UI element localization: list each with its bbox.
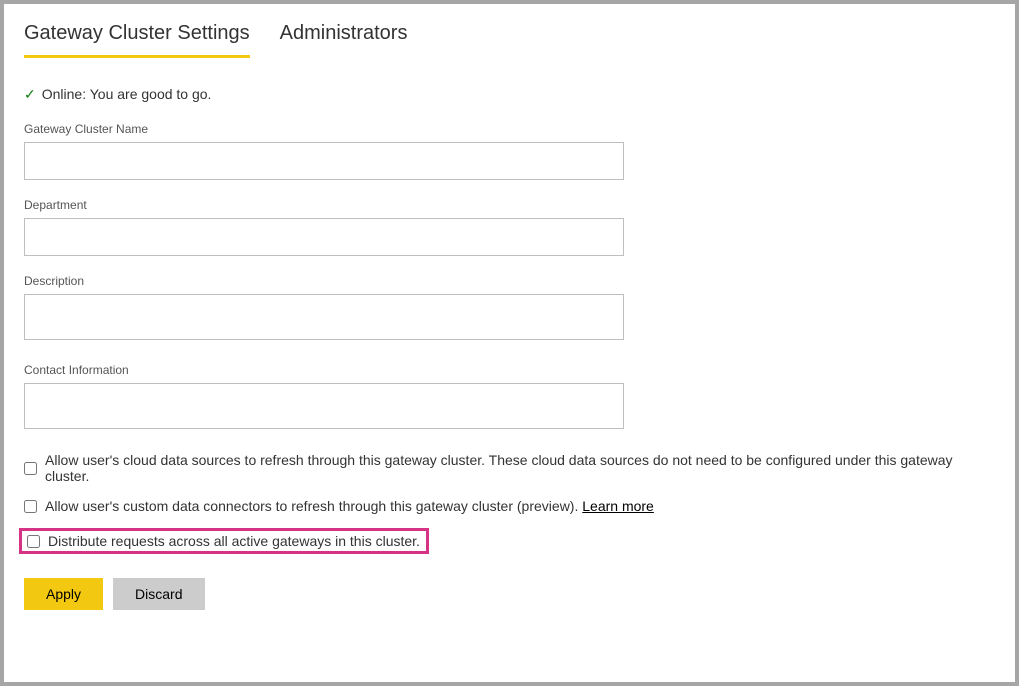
checkbox-allow-cloud-input[interactable]	[24, 462, 37, 475]
status-row: ✓ Online: You are good to go.	[24, 86, 995, 102]
checkbox-allow-cloud-label: Allow user's cloud data sources to refre…	[45, 452, 995, 484]
input-cluster-name[interactable]	[24, 142, 624, 180]
field-department: Department	[24, 198, 995, 256]
settings-panel: Gateway Cluster Settings Administrators …	[4, 4, 1015, 682]
field-contact: Contact Information	[24, 363, 995, 434]
highlighted-box: Distribute requests across all active ga…	[19, 528, 429, 554]
field-cluster-name: Gateway Cluster Name	[24, 122, 995, 180]
label-department: Department	[24, 198, 995, 212]
tab-administrators[interactable]: Administrators	[280, 22, 408, 58]
tabs: Gateway Cluster Settings Administrators	[24, 22, 995, 58]
status-text: Online: You are good to go.	[42, 86, 212, 102]
label-cluster-name: Gateway Cluster Name	[24, 122, 995, 136]
label-description: Description	[24, 274, 995, 288]
field-description: Description	[24, 274, 995, 345]
label-contact: Contact Information	[24, 363, 995, 377]
checkbox-distribute-label: Distribute requests across all active ga…	[48, 533, 420, 549]
checkbox-allow-custom: Allow user's custom data connectors to r…	[24, 498, 995, 514]
input-description[interactable]	[24, 294, 624, 340]
tab-gateway-cluster-settings[interactable]: Gateway Cluster Settings	[24, 22, 250, 58]
checkbox-allow-custom-label: Allow user's custom data connectors to r…	[45, 498, 654, 514]
apply-button[interactable]: Apply	[24, 578, 103, 610]
input-contact[interactable]	[24, 383, 624, 429]
check-icon: ✓	[24, 87, 36, 101]
checkbox-distribute-input[interactable]	[27, 535, 40, 548]
button-row: Apply Discard	[24, 578, 995, 610]
checkbox-distribute: Distribute requests across all active ga…	[27, 533, 420, 549]
input-department[interactable]	[24, 218, 624, 256]
checkbox-allow-custom-input[interactable]	[24, 500, 37, 513]
learn-more-link[interactable]: Learn more	[582, 498, 654, 514]
discard-button[interactable]: Discard	[113, 578, 204, 610]
checkbox-allow-cloud: Allow user's cloud data sources to refre…	[24, 452, 995, 484]
